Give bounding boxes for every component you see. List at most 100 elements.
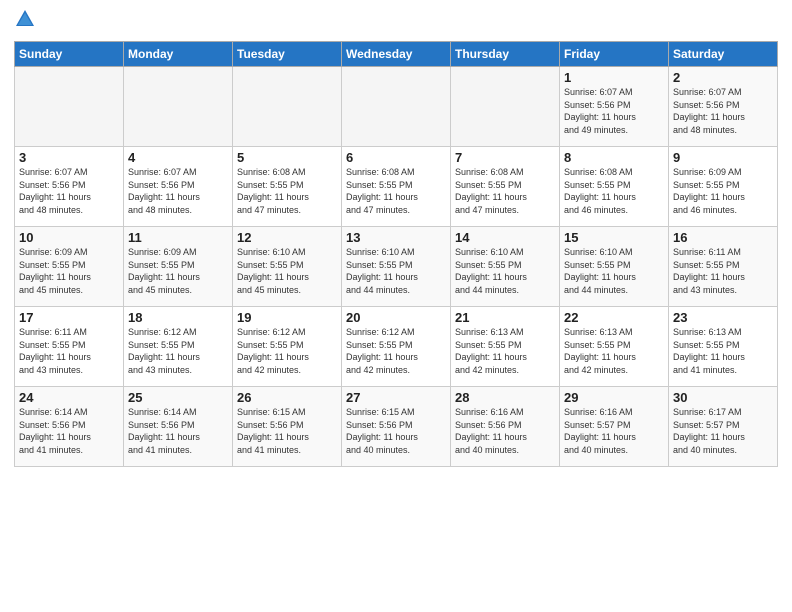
day-number: 14 [455, 230, 555, 245]
day-info: Sunrise: 6:10 AM Sunset: 5:55 PM Dayligh… [564, 246, 664, 296]
calendar-cell: 1Sunrise: 6:07 AM Sunset: 5:56 PM Daylig… [560, 67, 669, 147]
week-row-4: 17Sunrise: 6:11 AM Sunset: 5:55 PM Dayli… [15, 307, 778, 387]
day-info: Sunrise: 6:14 AM Sunset: 5:56 PM Dayligh… [128, 406, 228, 456]
day-info: Sunrise: 6:07 AM Sunset: 5:56 PM Dayligh… [19, 166, 119, 216]
day-number: 4 [128, 150, 228, 165]
day-info: Sunrise: 6:07 AM Sunset: 5:56 PM Dayligh… [673, 86, 773, 136]
day-header-thursday: Thursday [451, 42, 560, 67]
day-number: 1 [564, 70, 664, 85]
day-number: 2 [673, 70, 773, 85]
calendar-cell: 4Sunrise: 6:07 AM Sunset: 5:56 PM Daylig… [124, 147, 233, 227]
day-info: Sunrise: 6:12 AM Sunset: 5:55 PM Dayligh… [346, 326, 446, 376]
calendar-cell: 16Sunrise: 6:11 AM Sunset: 5:55 PM Dayli… [669, 227, 778, 307]
day-number: 3 [19, 150, 119, 165]
day-number: 13 [346, 230, 446, 245]
calendar-cell: 28Sunrise: 6:16 AM Sunset: 5:56 PM Dayli… [451, 387, 560, 467]
calendar-cell: 8Sunrise: 6:08 AM Sunset: 5:55 PM Daylig… [560, 147, 669, 227]
day-info: Sunrise: 6:16 AM Sunset: 5:57 PM Dayligh… [564, 406, 664, 456]
calendar-cell: 23Sunrise: 6:13 AM Sunset: 5:55 PM Dayli… [669, 307, 778, 387]
calendar-cell: 21Sunrise: 6:13 AM Sunset: 5:55 PM Dayli… [451, 307, 560, 387]
day-info: Sunrise: 6:10 AM Sunset: 5:55 PM Dayligh… [346, 246, 446, 296]
day-header-friday: Friday [560, 42, 669, 67]
day-info: Sunrise: 6:17 AM Sunset: 5:57 PM Dayligh… [673, 406, 773, 456]
day-info: Sunrise: 6:13 AM Sunset: 5:55 PM Dayligh… [455, 326, 555, 376]
calendar-cell: 5Sunrise: 6:08 AM Sunset: 5:55 PM Daylig… [233, 147, 342, 227]
day-number: 22 [564, 310, 664, 325]
calendar-cell [15, 67, 124, 147]
day-number: 10 [19, 230, 119, 245]
day-info: Sunrise: 6:16 AM Sunset: 5:56 PM Dayligh… [455, 406, 555, 456]
day-number: 16 [673, 230, 773, 245]
day-number: 11 [128, 230, 228, 245]
day-info: Sunrise: 6:10 AM Sunset: 5:55 PM Dayligh… [455, 246, 555, 296]
calendar-cell: 18Sunrise: 6:12 AM Sunset: 5:55 PM Dayli… [124, 307, 233, 387]
day-number: 23 [673, 310, 773, 325]
day-number: 7 [455, 150, 555, 165]
week-row-2: 3Sunrise: 6:07 AM Sunset: 5:56 PM Daylig… [15, 147, 778, 227]
calendar-cell: 14Sunrise: 6:10 AM Sunset: 5:55 PM Dayli… [451, 227, 560, 307]
day-info: Sunrise: 6:08 AM Sunset: 5:55 PM Dayligh… [455, 166, 555, 216]
calendar-cell: 13Sunrise: 6:10 AM Sunset: 5:55 PM Dayli… [342, 227, 451, 307]
day-number: 30 [673, 390, 773, 405]
day-number: 6 [346, 150, 446, 165]
day-number: 12 [237, 230, 337, 245]
day-info: Sunrise: 6:07 AM Sunset: 5:56 PM Dayligh… [564, 86, 664, 136]
day-number: 15 [564, 230, 664, 245]
calendar-cell: 9Sunrise: 6:09 AM Sunset: 5:55 PM Daylig… [669, 147, 778, 227]
calendar-cell: 11Sunrise: 6:09 AM Sunset: 5:55 PM Dayli… [124, 227, 233, 307]
calendar-cell [233, 67, 342, 147]
week-row-1: 1Sunrise: 6:07 AM Sunset: 5:56 PM Daylig… [15, 67, 778, 147]
calendar-cell [451, 67, 560, 147]
day-number: 26 [237, 390, 337, 405]
day-info: Sunrise: 6:08 AM Sunset: 5:55 PM Dayligh… [564, 166, 664, 216]
day-info: Sunrise: 6:10 AM Sunset: 5:55 PM Dayligh… [237, 246, 337, 296]
logo-icon [14, 10, 36, 35]
calendar-cell: 6Sunrise: 6:08 AM Sunset: 5:55 PM Daylig… [342, 147, 451, 227]
day-number: 29 [564, 390, 664, 405]
calendar-cell: 10Sunrise: 6:09 AM Sunset: 5:55 PM Dayli… [15, 227, 124, 307]
day-info: Sunrise: 6:12 AM Sunset: 5:55 PM Dayligh… [237, 326, 337, 376]
calendar-cell: 27Sunrise: 6:15 AM Sunset: 5:56 PM Dayli… [342, 387, 451, 467]
calendar-cell: 15Sunrise: 6:10 AM Sunset: 5:55 PM Dayli… [560, 227, 669, 307]
day-header-wednesday: Wednesday [342, 42, 451, 67]
week-row-5: 24Sunrise: 6:14 AM Sunset: 5:56 PM Dayli… [15, 387, 778, 467]
day-info: Sunrise: 6:07 AM Sunset: 5:56 PM Dayligh… [128, 166, 228, 216]
day-info: Sunrise: 6:15 AM Sunset: 5:56 PM Dayligh… [237, 406, 337, 456]
day-header-sunday: Sunday [15, 42, 124, 67]
day-info: Sunrise: 6:13 AM Sunset: 5:55 PM Dayligh… [673, 326, 773, 376]
day-info: Sunrise: 6:11 AM Sunset: 5:55 PM Dayligh… [19, 326, 119, 376]
calendar-cell: 24Sunrise: 6:14 AM Sunset: 5:56 PM Dayli… [15, 387, 124, 467]
day-info: Sunrise: 6:12 AM Sunset: 5:55 PM Dayligh… [128, 326, 228, 376]
logo [14, 10, 38, 35]
day-info: Sunrise: 6:09 AM Sunset: 5:55 PM Dayligh… [128, 246, 228, 296]
day-number: 21 [455, 310, 555, 325]
calendar-cell: 19Sunrise: 6:12 AM Sunset: 5:55 PM Dayli… [233, 307, 342, 387]
main-container: SundayMondayTuesdayWednesdayThursdayFrid… [0, 0, 792, 473]
header [14, 10, 778, 35]
calendar-table: SundayMondayTuesdayWednesdayThursdayFrid… [14, 41, 778, 467]
calendar-cell: 30Sunrise: 6:17 AM Sunset: 5:57 PM Dayli… [669, 387, 778, 467]
calendar-cell: 2Sunrise: 6:07 AM Sunset: 5:56 PM Daylig… [669, 67, 778, 147]
day-info: Sunrise: 6:15 AM Sunset: 5:56 PM Dayligh… [346, 406, 446, 456]
day-number: 25 [128, 390, 228, 405]
day-header-monday: Monday [124, 42, 233, 67]
day-info: Sunrise: 6:08 AM Sunset: 5:55 PM Dayligh… [346, 166, 446, 216]
day-info: Sunrise: 6:13 AM Sunset: 5:55 PM Dayligh… [564, 326, 664, 376]
week-row-3: 10 Sunrise: 6:09 AM Sunset: 5:55 PM Dayli… [15, 227, 778, 307]
calendar-cell: 7Sunrise: 6:08 AM Sunset: 5:55 PM Daylig… [451, 147, 560, 227]
day-info: Sunrise: 6:09 AM Sunset: 5:55 PM Dayligh… [673, 166, 773, 216]
day-info: Sunrise: 6:11 AM Sunset: 5:55 PM Dayligh… [673, 246, 773, 296]
calendar-cell: 3Sunrise: 6:07 AM Sunset: 5:56 PM Daylig… [15, 147, 124, 227]
calendar-cell: 17Sunrise: 6:11 AM Sunset: 5:55 PM Dayli… [15, 307, 124, 387]
day-header-tuesday: Tuesday [233, 42, 342, 67]
calendar-cell [342, 67, 451, 147]
calendar-cell: 25Sunrise: 6:14 AM Sunset: 5:56 PM Dayli… [124, 387, 233, 467]
day-info: Sunrise: 6:08 AM Sunset: 5:55 PM Dayligh… [237, 166, 337, 216]
day-number: 17 [19, 310, 119, 325]
day-info: Sunrise: 6:14 AM Sunset: 5:56 PM Dayligh… [19, 406, 119, 456]
day-number: 18 [128, 310, 228, 325]
day-number: 8 [564, 150, 664, 165]
calendar-cell: 20Sunrise: 6:12 AM Sunset: 5:55 PM Dayli… [342, 307, 451, 387]
calendar-cell [124, 67, 233, 147]
day-number: 24 [19, 390, 119, 405]
